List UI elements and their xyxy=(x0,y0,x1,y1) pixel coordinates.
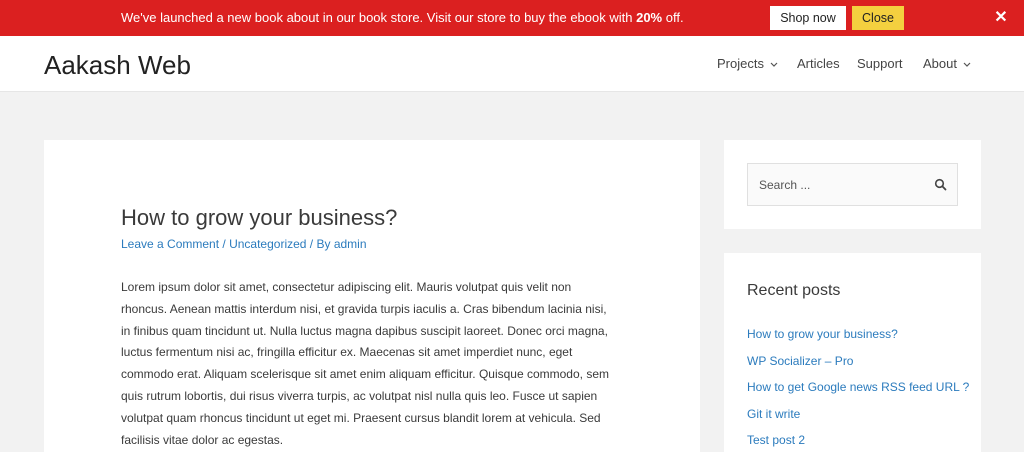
nav-item-label: About xyxy=(923,56,957,71)
search-icon[interactable] xyxy=(934,178,948,192)
chevron-down-icon xyxy=(963,62,971,67)
promo-discount: 20% xyxy=(636,10,663,25)
article-card: How to grow your business? Leave a Comme… xyxy=(44,140,700,452)
site-title[interactable]: Aakash Web xyxy=(44,50,191,80)
nav-item-support[interactable]: Support xyxy=(857,56,903,72)
promo-text-start: We've launched a new book about in our b… xyxy=(121,10,637,25)
recent-post-link[interactable]: Test post 2 xyxy=(747,427,969,452)
recent-post-link[interactable]: Git it write xyxy=(747,401,969,428)
shop-now-button[interactable]: Shop now xyxy=(770,6,846,30)
category-link[interactable]: Uncategorized xyxy=(229,237,306,251)
nav-item-label: Support xyxy=(857,56,903,71)
search-input[interactable] xyxy=(759,177,919,193)
nav-item-label: Articles xyxy=(797,56,840,71)
nav-item-articles[interactable]: Articles xyxy=(797,56,840,72)
recent-post-link[interactable]: WP Socializer – Pro xyxy=(747,348,969,375)
author-link[interactable]: admin xyxy=(334,237,367,251)
recent-post-link[interactable]: How to get Google news RSS feed URL ? xyxy=(747,374,969,401)
search-box xyxy=(747,163,958,206)
search-widget xyxy=(724,140,981,229)
comment-link[interactable]: Leave a Comment xyxy=(121,237,219,251)
nav-item-projects[interactable]: Projects xyxy=(717,56,778,72)
recent-post-link[interactable]: How to grow your business? xyxy=(747,321,969,348)
nav-item-about[interactable]: About xyxy=(923,56,971,72)
recent-posts-list: How to grow your business? WP Socializer… xyxy=(747,321,969,452)
chevron-down-icon xyxy=(770,62,778,67)
promo-text-end: off. xyxy=(662,10,684,25)
post-title[interactable]: How to grow your business? xyxy=(121,204,397,232)
dismiss-icon[interactable]: ✕ xyxy=(994,9,1008,27)
meta-separator: / By xyxy=(306,237,334,251)
close-banner-button[interactable]: Close xyxy=(852,6,904,30)
nav-item-label: Projects xyxy=(717,56,764,71)
post-body: Lorem ipsum dolor sit amet, consectetur … xyxy=(121,280,609,447)
promo-message: We've launched a new book about in our b… xyxy=(121,10,684,26)
promo-banner: We've launched a new book about in our b… xyxy=(0,0,1024,36)
recent-posts-widget: Recent posts How to grow your business? … xyxy=(724,253,981,452)
post-meta: Leave a Comment / Uncategorized / By adm… xyxy=(121,236,367,252)
site-header: Aakash Web Projects Articles Support Abo… xyxy=(0,36,1024,92)
recent-posts-title: Recent posts xyxy=(747,282,841,299)
meta-separator: / xyxy=(219,237,230,251)
